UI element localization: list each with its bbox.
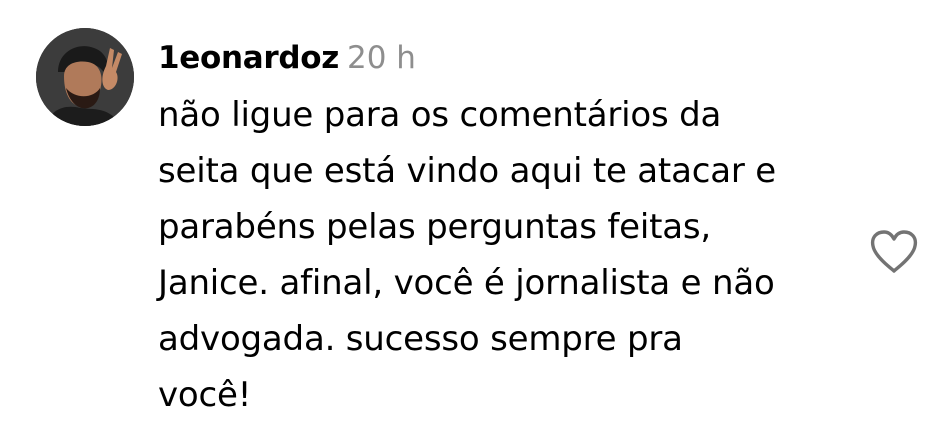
comment-text-line: advogada. sucesso sempre pra [158,319,683,359]
like-button[interactable] [869,229,919,275]
comment-text-line: parabéns pelas perguntas feitas, [158,207,711,247]
comment-text-line: não ligue para os comentários da [158,95,722,135]
comment: 1eonardoz 20 h não ligue para os comentár… [0,0,950,429]
comment-text-line: Janice. afinal, você é jornalista e não [158,263,775,303]
comment-text: não ligue para os comentários da seita q… [158,87,858,423]
comment-text-line: você! [158,375,252,415]
comment-timestamp[interactable]: 20 h [347,40,416,76]
heart-outline-icon [870,230,918,273]
comment-text-line: seita que está vindo aqui te atacar e [158,151,776,191]
username-link[interactable]: 1eonardoz [158,40,339,76]
avatar[interactable] [36,28,134,126]
avatar-photo [36,28,134,126]
comment-header: 1eonardoz 20 h [158,36,416,85]
